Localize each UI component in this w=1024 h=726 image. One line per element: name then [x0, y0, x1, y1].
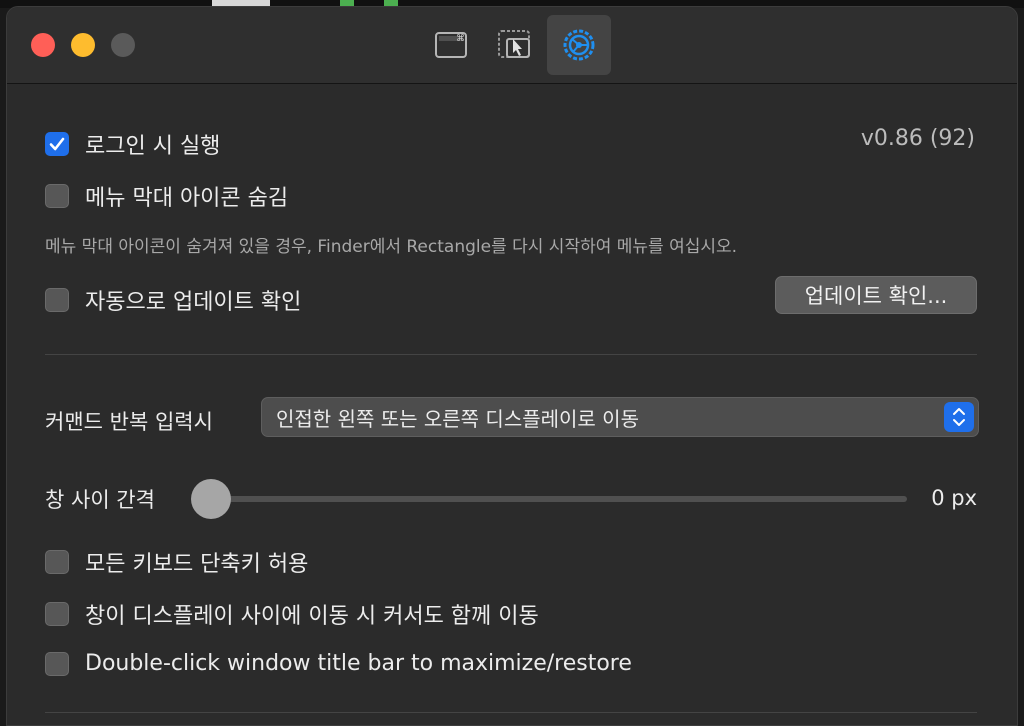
- tab-keyboard-shortcuts[interactable]: ⌘: [419, 15, 483, 75]
- version-label: v0.86 (92): [860, 126, 975, 151]
- close-button[interactable]: [31, 33, 55, 57]
- general-settings-pane: 로그인 시 실행 v0.86 (92) 메뉴 막대 아이콘 숨김 메뉴 막대 아…: [7, 84, 1017, 725]
- repeat-command-value: 인접한 왼쪽 또는 오른쪽 디스플레이로 이동: [276, 406, 639, 431]
- checkmark-icon: [49, 137, 65, 151]
- tab-snap-areas[interactable]: [483, 15, 547, 75]
- window-gap-value: 0 px: [931, 486, 977, 510]
- section-divider: [45, 354, 977, 355]
- toolbar-tabs: ⌘: [419, 15, 611, 77]
- window-gap-label: 창 사이 간격: [45, 488, 155, 512]
- general-settings-icon: [563, 29, 595, 61]
- window-gap-slider-track[interactable]: [197, 496, 907, 502]
- double-click-titlebar-label: Double-click window title bar to maximiz…: [85, 651, 632, 676]
- auto-update-row[interactable]: 자동으로 업데이트 확인: [45, 284, 301, 316]
- window-gap-slider-knob[interactable]: [191, 479, 231, 519]
- repeat-command-label: 커맨드 반복 입력시: [45, 410, 213, 434]
- move-cursor-row[interactable]: 창이 디스플레이 사이에 이동 시 커서도 함께 이동: [45, 598, 539, 630]
- tab-general[interactable]: [547, 15, 611, 75]
- snap-areas-icon: [498, 30, 530, 58]
- svg-text:⌘: ⌘: [456, 34, 465, 44]
- move-cursor-label: 창이 디스플레이 사이에 이동 시 커서도 함께 이동: [85, 604, 539, 629]
- double-click-titlebar-row[interactable]: Double-click window title bar to maximiz…: [45, 651, 632, 676]
- allow-all-shortcuts-label: 모든 키보드 단축키 허용: [85, 552, 309, 577]
- launch-on-login-row[interactable]: 로그인 시 실행: [45, 128, 220, 160]
- hide-menubar-icon-label: 메뉴 막대 아이콘 숨김: [85, 186, 289, 211]
- menubar-hint-text: 메뉴 막대 아이콘이 숨겨져 있을 경우, Finder에서 Rectangle…: [45, 237, 738, 257]
- preferences-window: ⌘ 로그인 시 실행 v0.86 (92) 메뉴 막대 아이콘 숨김 메뉴 막대…: [6, 6, 1018, 726]
- auto-update-checkbox[interactable]: [45, 288, 69, 312]
- minimize-button[interactable]: [71, 33, 95, 57]
- keyboard-shortcut-icon: ⌘: [435, 32, 467, 58]
- section-divider: [45, 712, 977, 713]
- launch-on-login-checkbox[interactable]: [45, 132, 69, 156]
- hide-menubar-icon-checkbox[interactable]: [45, 184, 69, 208]
- zoom-button[interactable]: [111, 33, 135, 57]
- hide-menubar-icon-row[interactable]: 메뉴 막대 아이콘 숨김: [45, 180, 288, 212]
- repeat-command-select[interactable]: 인접한 왼쪽 또는 오른쪽 디스플레이로 이동: [261, 397, 979, 437]
- auto-update-label: 자동으로 업데이트 확인: [85, 290, 302, 315]
- double-click-titlebar-checkbox[interactable]: [45, 651, 69, 676]
- select-stepper[interactable]: [944, 402, 974, 432]
- title-bar: ⌘: [7, 7, 1017, 84]
- chevron-up-down-icon: [953, 408, 965, 426]
- launch-on-login-label: 로그인 시 실행: [85, 134, 221, 159]
- allow-all-shortcuts-checkbox[interactable]: [45, 550, 69, 574]
- allow-all-shortcuts-row[interactable]: 모든 키보드 단축키 허용: [45, 546, 308, 578]
- move-cursor-checkbox[interactable]: [45, 602, 69, 626]
- check-updates-button[interactable]: 업데이트 확인...: [775, 276, 977, 314]
